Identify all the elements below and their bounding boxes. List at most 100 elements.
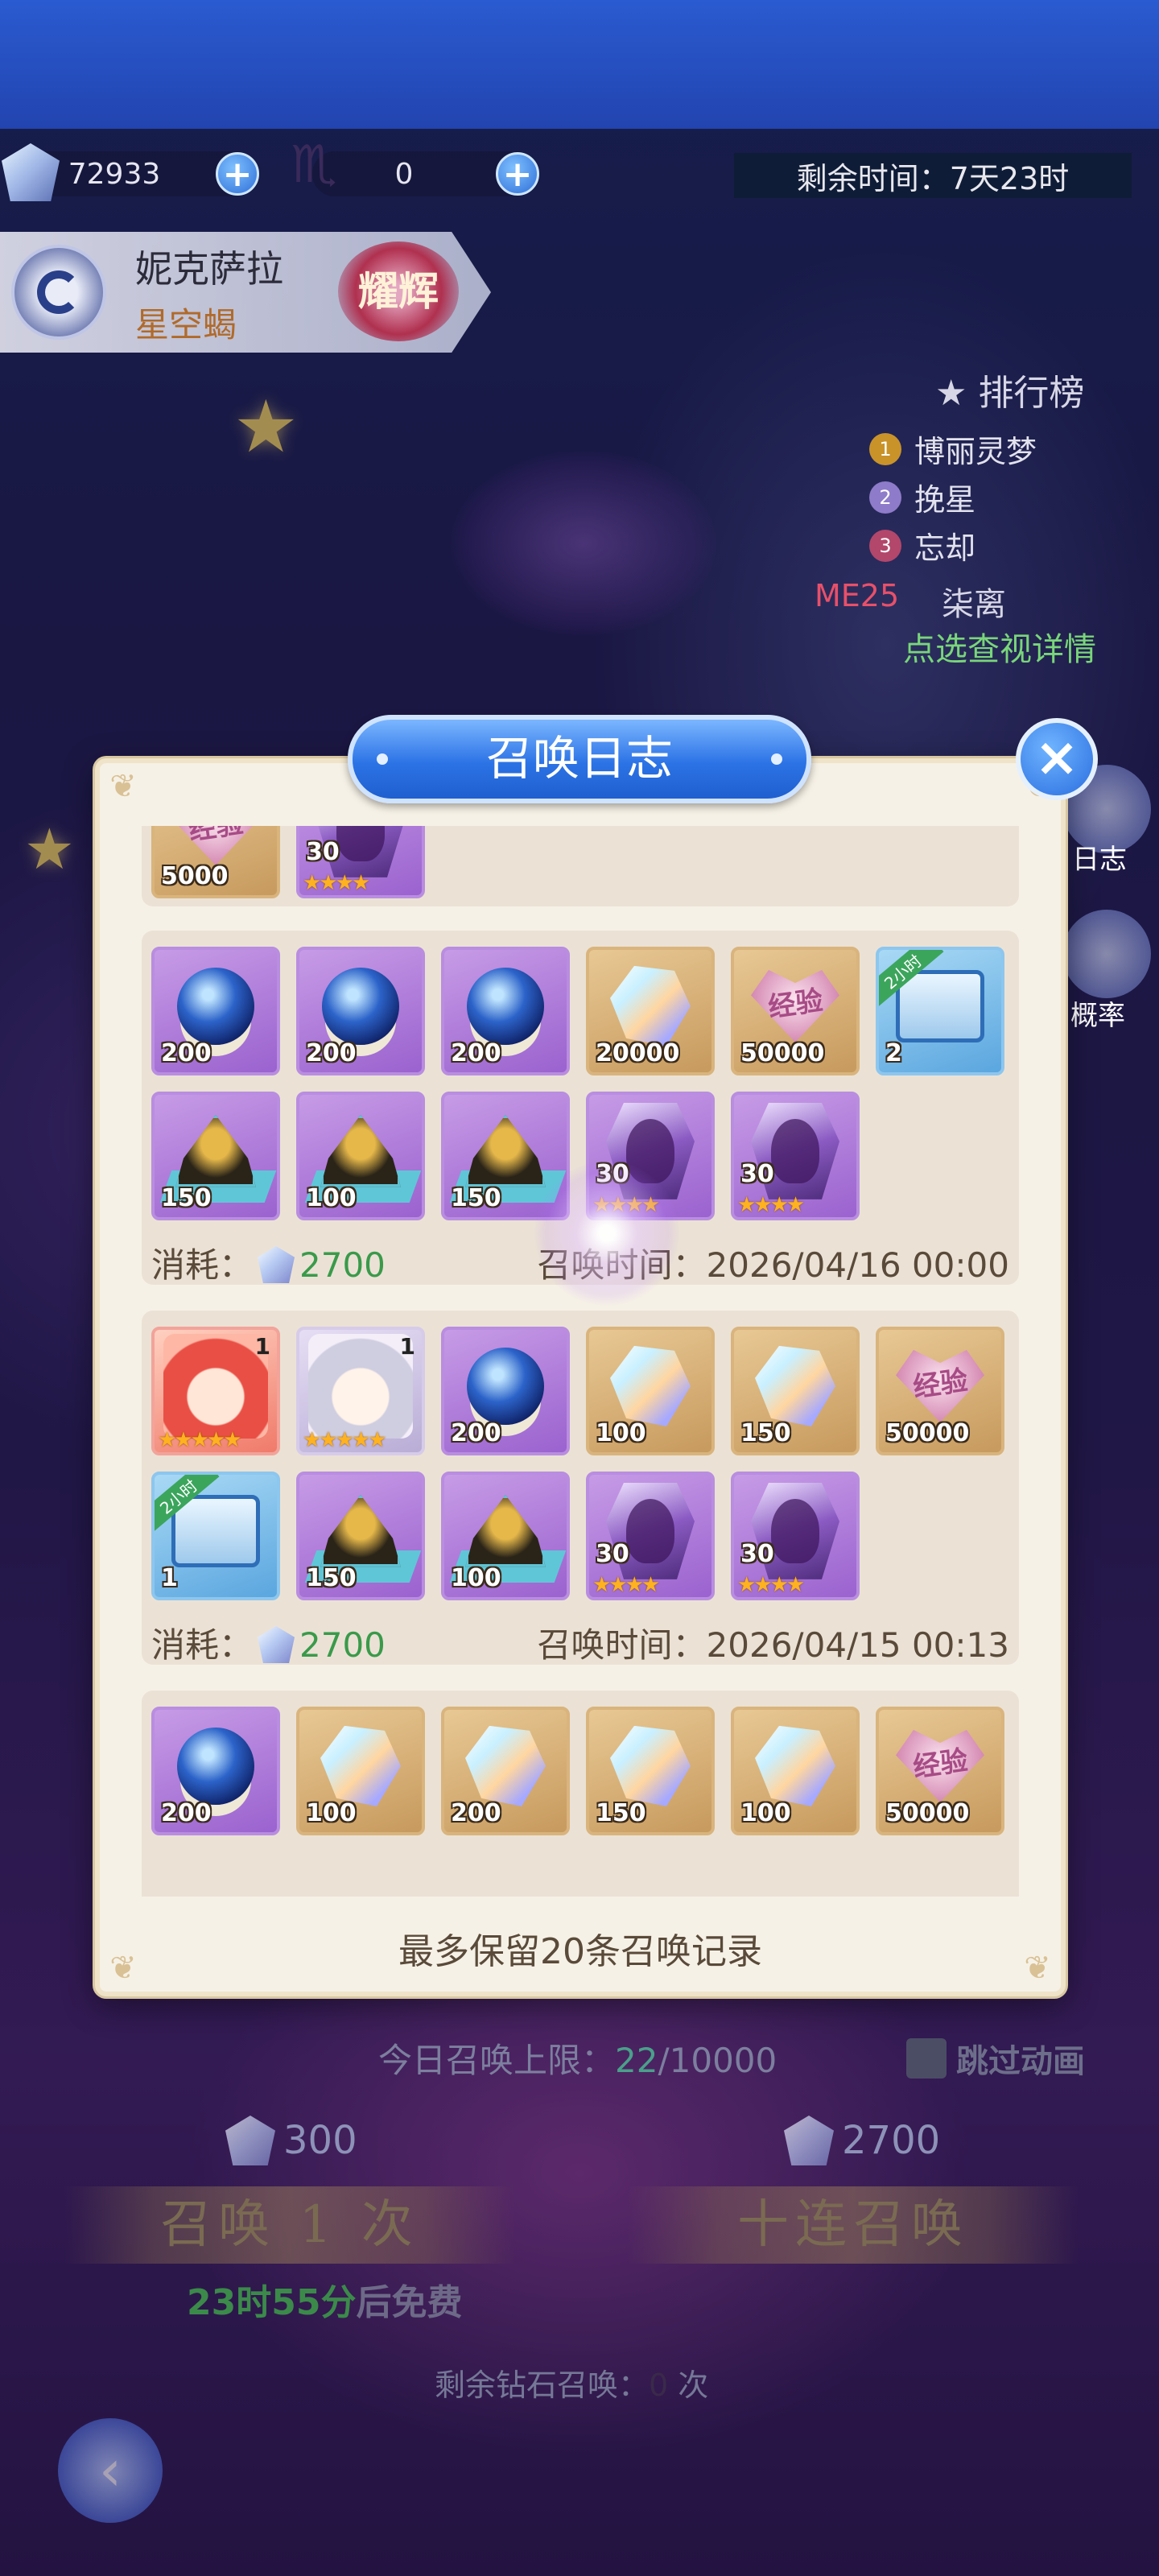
title-ornament: [771, 753, 782, 765]
ten-summon-button[interactable]: 十连召唤: [628, 2186, 1079, 2264]
cost-value: 2700: [299, 1625, 386, 1665]
rank-badge: 3: [869, 529, 901, 562]
egg-item-slot[interactable]: 150: [151, 1092, 280, 1220]
orb-item-slot[interactable]: 200: [441, 947, 570, 1075]
diamond-icon: [258, 1626, 295, 1663]
probability-side-button[interactable]: [1062, 910, 1151, 998]
summon-record: 经验500030★★★★消耗：免费召唤时间：2026/04/16 00:00: [142, 826, 1019, 979]
summon-record: 1 ★★★★★ 1 ★★★★★ 200 100 150 经验 50000 2小时 1 150 100 30…: [142, 1311, 1019, 1665]
log-side-label: 日志: [1072, 844, 1127, 876]
remaining-unit: 次: [678, 2368, 709, 2403]
diamond-crystal-icon: [755, 1725, 835, 1806]
exp-item-slot[interactable]: 经验 50000: [731, 947, 860, 1075]
add-diamond-button[interactable]: +: [216, 152, 259, 196]
remaining-time: 剩余时间：7天23时: [734, 153, 1132, 198]
diamond-icon: [258, 1246, 295, 1283]
daily-limit-used: 22: [615, 2041, 658, 2080]
orb-item-slot[interactable]: 200: [296, 947, 425, 1075]
close-button[interactable]: ×: [1016, 718, 1098, 800]
star-rating: ★★★★: [592, 1573, 660, 1597]
skip-animation-label: 跳过动画: [956, 2043, 1085, 2080]
crystal-item-slot[interactable]: 20000: [586, 947, 715, 1075]
golden-egg-icon: [465, 1114, 546, 1187]
rarity-seal: 耀辉: [338, 242, 459, 341]
star-rating: ★★★★: [737, 1573, 805, 1597]
orb-item-slot[interactable]: 200: [151, 947, 280, 1075]
item-quantity: 30: [740, 1160, 774, 1188]
crystal-item-slot[interactable]: 100: [296, 1707, 425, 1835]
rank-badge: 1: [869, 432, 901, 465]
crystal-item-slot[interactable]: 150: [731, 1327, 860, 1455]
egg-item-slot[interactable]: 100: [441, 1472, 570, 1600]
egg-item-slot[interactable]: 150: [296, 1472, 425, 1600]
treasure-chest-icon: [896, 969, 984, 1042]
diamond-crystal-icon: [610, 1725, 691, 1806]
orb-item-slot[interactable]: 200: [151, 1707, 280, 1835]
star-orb-icon: [322, 967, 399, 1045]
chest-item-slot[interactable]: 2小时 1: [151, 1472, 280, 1600]
item-quantity: 30: [740, 1540, 774, 1568]
scorpion-icon: ♏: [291, 135, 337, 195]
item-quantity: 50000: [885, 1799, 970, 1827]
item-quantity: 150: [306, 1564, 357, 1592]
top-bar: [0, 0, 1159, 129]
ten-cost-value: 2700: [842, 2118, 941, 2163]
skip-animation-toggle[interactable]: 跳过动画: [906, 2035, 1085, 2082]
egg-item-slot[interactable]: 100: [296, 1092, 425, 1220]
shard-item-slot[interactable]: 30 ★★★★: [731, 1472, 860, 1600]
hero-red-item-slot[interactable]: 1 ★★★★★: [151, 1327, 280, 1455]
rank-player-name: 博丽灵梦: [914, 434, 1037, 469]
star-orb-icon: [177, 1727, 254, 1805]
item-quantity: 200: [161, 1799, 212, 1827]
summon-log-list[interactable]: 经验500030★★★★消耗：免费召唤时间：2026/04/16 00:0020…: [142, 826, 1019, 1897]
star-rating: ★★★★★: [303, 1428, 387, 1452]
star-orb-icon: [177, 967, 254, 1045]
item-quantity: 20000: [596, 1039, 680, 1067]
corner-ornament: ❦: [109, 768, 137, 805]
single-summon-cost: 300: [225, 2116, 357, 2165]
item-quantity: 200: [306, 1039, 357, 1067]
shard-item-slot[interactable]: 30 ★★★★: [586, 1472, 715, 1600]
crystal-item-slot[interactable]: 200: [441, 1707, 570, 1835]
free-countdown-suffix: 后免费: [356, 2282, 463, 2323]
daily-limit-label: 今日召唤上限：: [378, 2041, 616, 2080]
diamond-crystal-icon: [755, 1345, 835, 1426]
chest-item-slot[interactable]: 2小时 2: [876, 947, 1004, 1075]
item-quantity: 100: [306, 1799, 357, 1827]
back-button[interactable]: ‹: [58, 2418, 163, 2523]
ranking-title[interactable]: ★ 排行榜: [935, 364, 1084, 415]
crystal-item-slot[interactable]: 100: [586, 1327, 715, 1455]
item-quantity: 100: [306, 1184, 357, 1212]
exp-item-slot[interactable]: 经验 50000: [876, 1707, 1004, 1835]
cost-label: 消耗：: [151, 1245, 254, 1285]
shard-item-slot[interactable]: 30 ★★★★: [731, 1092, 860, 1220]
item-quantity: 100: [596, 1419, 646, 1447]
my-rank-number: 25: [860, 578, 900, 613]
shard-item-slot[interactable]: 30 ★★★★: [296, 826, 425, 898]
free-countdown-time: 23时55分: [187, 2282, 357, 2323]
diamond-icon: [225, 2116, 275, 2165]
crescent-icon: [37, 270, 80, 314]
summon-once-button[interactable]: 召唤 1 次: [64, 2186, 515, 2264]
item-quantity: 50000: [740, 1039, 825, 1067]
record-cost: 消耗： 2700: [151, 1238, 386, 1287]
exp-item-slot[interactable]: 经验 50000: [876, 1327, 1004, 1455]
rank-player-name: 挽星: [914, 482, 976, 518]
exp-label: 经验: [911, 1744, 970, 1784]
orb-item-slot[interactable]: 200: [441, 1327, 570, 1455]
my-rank-name: 柒离: [942, 586, 1006, 623]
skip-checkbox[interactable]: [906, 2038, 947, 2079]
crystal-item-slot[interactable]: 100: [731, 1707, 860, 1835]
item-quantity: 100: [451, 1564, 501, 1592]
hero-silver-item-slot[interactable]: 1 ★★★★★: [296, 1327, 425, 1455]
shard-silhouette-icon: [626, 1498, 674, 1563]
crystal-item-slot[interactable]: 150: [586, 1707, 715, 1835]
summon-time: 召唤时间：2026/04/15 00:13: [537, 1625, 1009, 1665]
golden-egg-icon: [320, 1114, 401, 1187]
item-quantity: 50000: [885, 1419, 970, 1447]
add-ticket-button[interactable]: +: [496, 152, 539, 196]
exp-item-slot[interactable]: 经验 5000: [151, 826, 280, 898]
diamond-crystal-icon: [610, 965, 691, 1046]
ranking-detail-link[interactable]: 点选查视详情: [903, 623, 1096, 670]
item-quantity: 200: [161, 1039, 212, 1067]
